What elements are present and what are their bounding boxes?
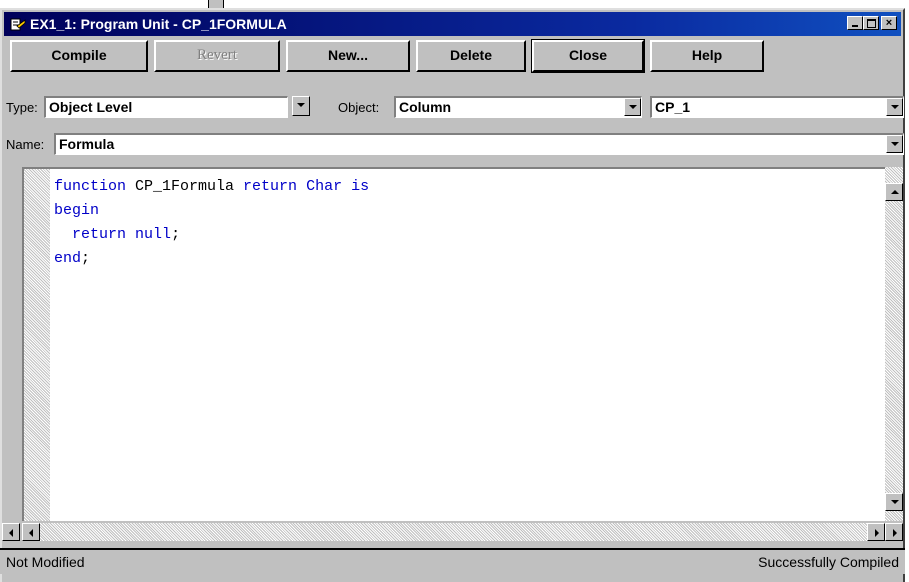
chevron-down-icon xyxy=(891,142,899,146)
chevron-down-icon xyxy=(891,105,899,109)
type-value: Object Level xyxy=(49,99,133,115)
code-token: ; xyxy=(81,250,91,267)
code-keyword: function xyxy=(54,178,127,195)
code-token: CP_1Formula xyxy=(126,178,244,195)
left-pane-scroll-left-button[interactable] xyxy=(2,523,20,541)
scroll-down-button[interactable] xyxy=(885,493,903,511)
code-keyword: null xyxy=(135,226,172,243)
help-button[interactable]: Help xyxy=(650,40,764,72)
minimize-icon xyxy=(852,25,858,27)
toolbar: Compile Revert New... Delete Close Help xyxy=(10,39,770,73)
type-dropdown-button[interactable] xyxy=(290,96,310,118)
object-select[interactable]: Column xyxy=(394,96,642,118)
revert-button[interactable]: Revert xyxy=(154,40,280,72)
close-icon: × xyxy=(885,17,893,29)
code-keyword: end xyxy=(54,250,82,267)
arrow-left-icon xyxy=(9,529,13,537)
name-select[interactable]: Formula xyxy=(54,133,904,155)
status-compiled: Successfully Compiled xyxy=(758,554,899,570)
object-name-value: CP_1 xyxy=(655,99,691,115)
arrow-right-icon xyxy=(875,529,879,537)
editor-gutter xyxy=(24,169,50,521)
code-keyword: begin xyxy=(54,202,100,219)
code-text[interactable]: function CP_1Formula return Char is begin… xyxy=(54,175,369,271)
code-keyword: return xyxy=(72,226,127,243)
status-modified: Not Modified xyxy=(6,554,85,570)
scroll-right-button[interactable] xyxy=(867,523,885,541)
object-label: Object: xyxy=(338,100,380,115)
arrow-left-icon xyxy=(29,529,33,537)
delete-button[interactable]: Delete xyxy=(416,40,526,72)
chevron-down-icon xyxy=(629,105,637,109)
chevron-down-icon xyxy=(297,103,305,107)
code-line[interactable]: end; xyxy=(54,247,369,271)
name-value: Formula xyxy=(59,136,115,152)
object-name-select[interactable]: CP_1 xyxy=(650,96,904,118)
code-line[interactable]: begin xyxy=(54,199,369,223)
vertical-scrollbar[interactable] xyxy=(885,167,903,521)
program-unit-icon xyxy=(10,18,26,31)
background-window-edge xyxy=(208,0,224,8)
code-line[interactable]: return null; xyxy=(54,223,369,247)
type-label: Type: xyxy=(6,100,38,115)
status-bar: Not Modified Successfully Compiled xyxy=(0,548,905,574)
code-token: ; xyxy=(171,226,181,243)
object-value: Column xyxy=(399,99,452,115)
scroll-corner-right-button[interactable] xyxy=(885,523,903,541)
code-editor[interactable]: function CP_1Formula return Char is begin… xyxy=(22,167,885,521)
window-title: EX1_1: Program Unit - CP_1FORMULA xyxy=(30,16,287,32)
maximize-icon xyxy=(866,19,876,28)
scroll-left-button[interactable] xyxy=(22,523,40,541)
code-keyword: is xyxy=(351,178,370,195)
code-keyword: return xyxy=(243,178,298,195)
arrow-up-icon xyxy=(891,190,899,194)
horizontal-scrollbar[interactable] xyxy=(22,523,885,541)
new-button[interactable]: New... xyxy=(286,40,410,72)
maximize-button[interactable] xyxy=(863,16,879,30)
compile-button[interactable]: Compile xyxy=(10,40,148,72)
close-button[interactable]: Close xyxy=(531,39,645,73)
code-line[interactable]: function CP_1Formula return Char is xyxy=(54,175,369,199)
minimize-button[interactable] xyxy=(847,16,863,30)
scroll-up-button[interactable] xyxy=(885,183,903,201)
title-bar[interactable]: EX1_1: Program Unit - CP_1FORMULA × xyxy=(4,12,901,36)
type-select[interactable]: Object Level xyxy=(44,96,288,118)
arrow-down-icon xyxy=(891,500,899,504)
name-label: Name: xyxy=(6,137,45,152)
code-keyword: Char xyxy=(306,178,343,195)
arrow-right-icon xyxy=(893,529,897,537)
close-window-button[interactable]: × xyxy=(881,16,897,30)
left-pane-border xyxy=(2,167,20,541)
